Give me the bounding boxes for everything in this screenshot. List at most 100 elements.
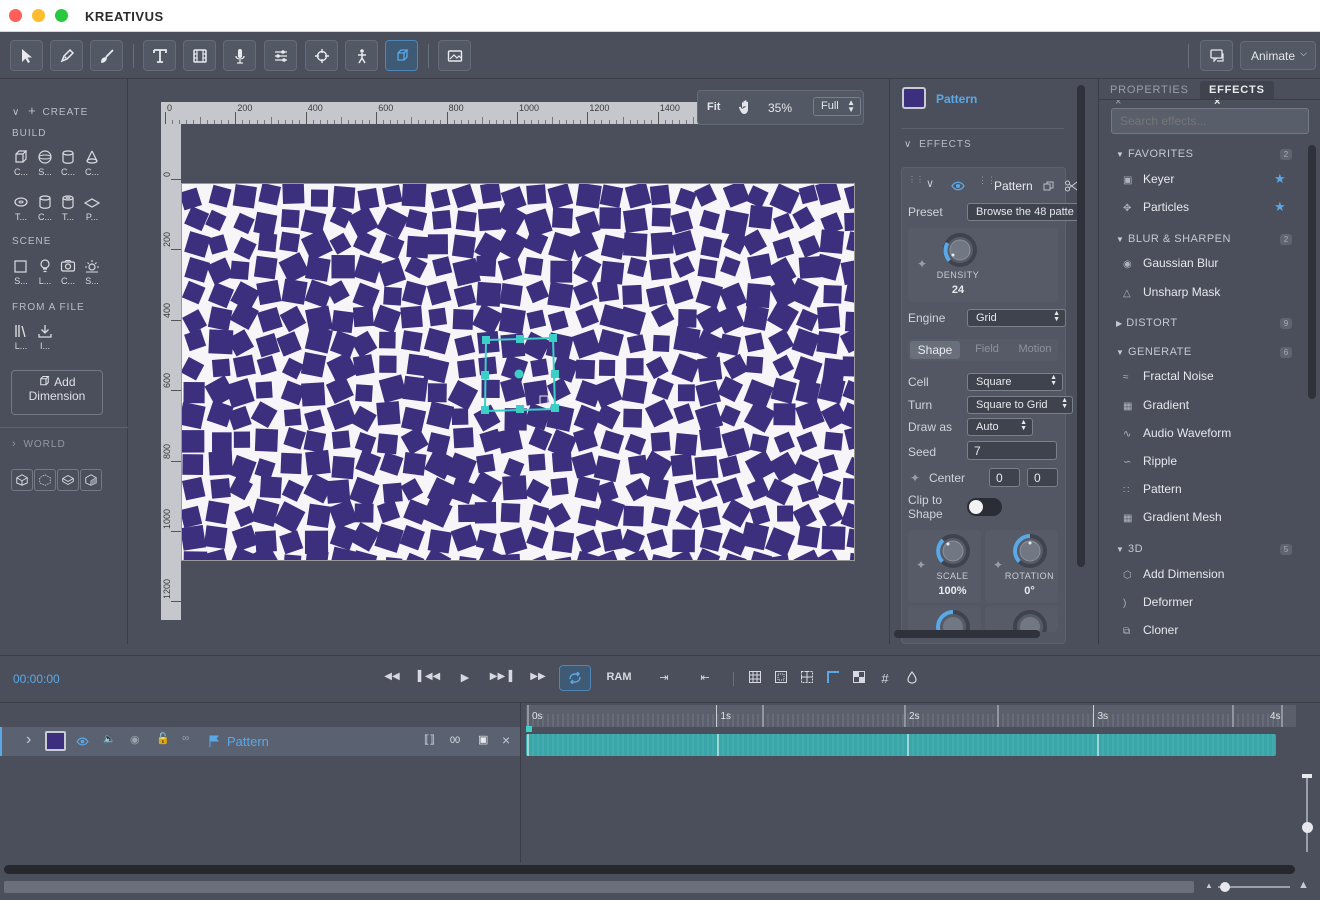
scissors-icon[interactable] (1065, 180, 1077, 192)
zoom-value[interactable]: 35% (768, 101, 792, 115)
build-tube-item[interactable]: T... (57, 194, 79, 226)
play-button[interactable]: ▶ (457, 671, 473, 684)
safe-area-button[interactable] (774, 671, 788, 683)
guides-button[interactable] (800, 671, 814, 683)
build-plane-item[interactable]: P... (81, 194, 103, 226)
density-knob[interactable] (941, 231, 979, 269)
transform-gizmo[interactable] (182, 184, 855, 561)
scale-knob[interactable] (934, 532, 972, 570)
brush-tool-button[interactable] (90, 40, 123, 71)
tab-field[interactable]: Field (966, 343, 1008, 355)
cell-select[interactable]: Square ▲ ▼ (967, 373, 1063, 391)
layer-swatch[interactable] (45, 731, 66, 751)
skip-start-button[interactable]: ▌◀◀ (418, 671, 440, 682)
rotation-knob[interactable] (1011, 532, 1049, 570)
chevron-right-icon[interactable]: › (26, 731, 31, 749)
eye-icon[interactable] (76, 737, 89, 746)
effect-deformer[interactable]: ) Deformer (1123, 595, 1303, 609)
layer-row[interactable]: › 🔈 ◉ 🔓 ∞ Pattern ⟦⟧ 00 ▣ × (0, 727, 520, 756)
engine-select[interactable]: Grid ▲ ▼ (967, 309, 1066, 327)
settings-vertical-scrollbar[interactable] (1077, 85, 1085, 567)
effects-scrollbar[interactable] (1308, 145, 1316, 399)
film-tool-button[interactable] (183, 40, 216, 71)
world-sphere-button[interactable] (11, 469, 33, 491)
clip-to-shape-toggle[interactable] (967, 498, 1002, 516)
scene-shape-item[interactable]: S... (10, 258, 32, 290)
add-dimension-button[interactable]: Add Dimension (11, 370, 103, 415)
zoom-slider-knob[interactable] (1220, 882, 1230, 892)
crop-button[interactable]: # (878, 671, 892, 686)
layer-color-swatch[interactable] (902, 87, 926, 109)
create-section-header[interactable]: ∨ + CREATE (12, 103, 88, 118)
skip-end-button[interactable]: ▶▶▐ (490, 671, 512, 682)
build-torus-item[interactable]: T... (10, 194, 32, 226)
favorite-star-icon[interactable]: ★ (1274, 171, 1286, 187)
fit-button[interactable]: Fit (707, 101, 720, 113)
effect-ripple[interactable]: ∽ Ripple (1123, 454, 1303, 468)
build-cylinder-item[interactable]: C... (57, 149, 79, 181)
search-effects-input[interactable] (1111, 108, 1309, 134)
effect-add-dimension[interactable]: ⬡ Add Dimension (1123, 567, 1303, 581)
tab-shape[interactable]: Shape (910, 341, 960, 359)
mountain-small-icon[interactable]: ▲ (1205, 881, 1213, 890)
turn-select[interactable]: Square to Grid ▲ ▼ (967, 396, 1073, 414)
close-icon[interactable]: × (1115, 96, 1122, 108)
close-window-button[interactable] (9, 9, 22, 22)
close-icon[interactable]: × (1214, 96, 1221, 108)
slider-knob[interactable] (1302, 822, 1313, 833)
image-tool-button[interactable] (438, 40, 471, 71)
effect-pattern[interactable]: ∷ Pattern (1123, 482, 1303, 496)
tab-motion[interactable]: Motion (1012, 343, 1058, 355)
scene-light-item[interactable]: L... (34, 258, 56, 290)
chevron-down-icon[interactable]: ∨ (926, 177, 934, 190)
settings-horizontal-scrollbar[interactable] (894, 630, 1040, 638)
build-capsule-item[interactable]: C... (34, 194, 56, 226)
preset-select[interactable]: Browse the 48 patte (967, 203, 1077, 221)
effects-section-header[interactable]: ∨ EFFECTS (904, 139, 972, 150)
extra-knob-1[interactable] (934, 608, 972, 632)
favorite-star-icon[interactable]: ★ (1274, 199, 1286, 215)
fast-forward-button[interactable]: ▶▶ (530, 671, 546, 682)
eye-icon[interactable] (951, 181, 965, 191)
minimize-window-button[interactable] (32, 9, 45, 22)
category-distort[interactable]: ▶ DISTORT (1116, 317, 1178, 329)
scene-camera-item[interactable]: C... (57, 258, 79, 290)
layer-name[interactable]: Pattern (227, 734, 269, 749)
sparkle-icon[interactable]: ✦ (910, 471, 920, 485)
link-icon[interactable]: ∞ (182, 733, 189, 744)
quality-select[interactable]: Full ▲ ▼ (813, 97, 861, 116)
world-points-button[interactable] (34, 469, 56, 491)
close-icon[interactable]: × (502, 732, 510, 748)
audio-tool-button[interactable] (223, 40, 256, 71)
set-in-button[interactable]: ⇥ (654, 671, 674, 684)
canvas[interactable] (181, 183, 855, 561)
grid-view-button[interactable] (748, 671, 762, 683)
tab-properties[interactable]: PROPERTIES × (1101, 81, 1197, 108)
lock-icon[interactable]: 🔓 (156, 732, 170, 745)
sparkle-icon[interactable]: ✦ (916, 558, 926, 572)
vertical-zoom-slider[interactable] (1306, 774, 1308, 852)
workspace-select[interactable]: Animate ⌵ (1240, 41, 1316, 70)
build-cone-item[interactable]: C... (81, 149, 103, 181)
category-3d[interactable]: ▼ 3D (1116, 543, 1143, 555)
world-section-header[interactable]: › WORLD (12, 438, 66, 450)
seed-input[interactable]: 7 (967, 441, 1057, 460)
world-box-button[interactable] (80, 469, 102, 491)
select-tool-button[interactable] (10, 40, 43, 71)
hand-icon[interactable] (738, 99, 754, 116)
build-sphere-item[interactable]: S... (34, 149, 56, 181)
ram-preview-button[interactable]: RAM (604, 671, 634, 683)
world-floor-button[interactable] (57, 469, 79, 491)
rewind-button[interactable]: ◀◀ (384, 671, 400, 682)
transparency-button[interactable] (852, 671, 866, 683)
scene-sun-item[interactable]: S... (81, 258, 103, 290)
playhead-marker[interactable] (526, 726, 532, 732)
effect-unsharp-mask[interactable]: △ Unsharp Mask (1123, 285, 1303, 299)
tab-effects[interactable]: EFFECTS × (1200, 81, 1274, 108)
file-import-item[interactable]: I... (34, 323, 56, 355)
adjustment-icon[interactable]: ▣ (478, 733, 488, 746)
effect-gradient-mesh[interactable]: ▦ Gradient Mesh (1123, 510, 1303, 524)
timeline-horizontal-scrollbar[interactable] (4, 865, 1295, 874)
category-blur-sharpen[interactable]: ▼ BLUR & SHARPEN (1116, 233, 1231, 245)
adjust-tool-button[interactable] (264, 40, 297, 71)
